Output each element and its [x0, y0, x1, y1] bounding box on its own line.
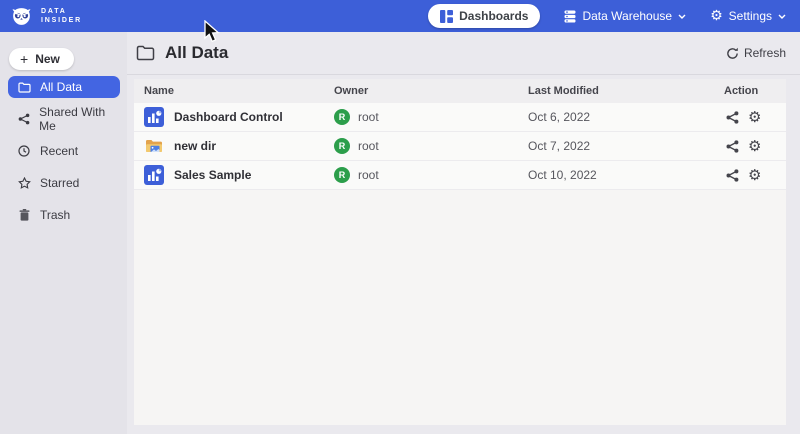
sidebar: + New All Data Shared With Me Recent [0, 32, 127, 434]
file-name[interactable]: new dir [174, 139, 216, 153]
top-navbar: DATA INSIDER Dashboards [0, 0, 800, 32]
star-icon [17, 177, 31, 189]
database-icon [564, 10, 576, 23]
file-name[interactable]: Dashboard Control [174, 110, 283, 124]
refresh-icon [726, 47, 739, 60]
dashboards-button[interactable]: Dashboards [428, 4, 540, 28]
column-header-action: Action [724, 85, 786, 97]
last-modified-date: Oct 6, 2022 [528, 110, 724, 124]
sidebar-item-label: All Data [40, 80, 82, 94]
refresh-button[interactable]: Refresh [726, 46, 786, 60]
data-warehouse-label: Data Warehouse [582, 9, 672, 23]
new-button-label: New [35, 52, 60, 66]
sidebar-item-label: Shared With Me [39, 105, 120, 133]
page-title: All Data [165, 43, 228, 63]
dashboard-grid-icon [440, 10, 453, 23]
sidebar-item-trash[interactable]: Trash [8, 204, 120, 226]
main-area: All Data Refresh Name Owner Last Modifie… [127, 32, 800, 434]
brand-logo: DATA INSIDER [10, 6, 82, 27]
dashboards-label: Dashboards [459, 9, 528, 23]
gear-icon: ⚙ [710, 9, 723, 23]
column-header-name: Name [144, 85, 334, 97]
sidebar-item-label: Starred [40, 176, 79, 190]
sidebar-item-shared-with-me[interactable]: Shared With Me [8, 108, 120, 130]
sidebar-item-starred[interactable]: Starred [8, 172, 120, 194]
new-button[interactable]: + New [9, 48, 74, 70]
chevron-down-icon [678, 14, 686, 19]
brand-name: DATA INSIDER [41, 7, 82, 25]
owner-name: root [358, 139, 379, 153]
main-header: All Data Refresh [127, 32, 800, 75]
owner-name: root [358, 168, 379, 182]
table-row[interactable]: Dashboard Control R root Oct 6, 2022 ⚙ [134, 103, 786, 132]
gear-icon[interactable]: ⚙ [748, 110, 761, 125]
share-icon[interactable] [726, 169, 739, 182]
trash-icon [17, 209, 31, 221]
chevron-down-icon [778, 14, 786, 19]
file-table: Name Owner Last Modified Action Dashboar… [134, 79, 786, 425]
table-row[interactable]: new dir R root Oct 7, 2022 ⚙ [134, 132, 786, 161]
dashboard-file-icon [144, 165, 164, 185]
sidebar-item-label: Trash [40, 208, 70, 222]
settings-label: Settings [729, 9, 772, 23]
sidebar-item-all-data[interactable]: All Data [8, 76, 120, 98]
clock-icon [17, 145, 31, 157]
dashboard-file-icon [144, 107, 164, 127]
owner-avatar: R [334, 167, 350, 183]
folder-icon [136, 45, 155, 61]
owl-logo-icon [10, 6, 33, 27]
share-icon[interactable] [726, 111, 739, 124]
owner-avatar: R [334, 109, 350, 125]
settings-menu[interactable]: ⚙ Settings [710, 9, 786, 23]
share-icon [17, 113, 30, 125]
gear-icon[interactable]: ⚙ [748, 168, 761, 183]
folder-file-icon [144, 136, 164, 156]
folder-icon [17, 82, 31, 93]
gear-icon[interactable]: ⚙ [748, 139, 761, 154]
owner-name: root [358, 110, 379, 124]
column-header-last-modified: Last Modified [528, 85, 724, 97]
plus-icon: + [20, 52, 28, 66]
file-name[interactable]: Sales Sample [174, 168, 251, 182]
column-header-owner: Owner [334, 85, 528, 97]
owner-avatar: R [334, 138, 350, 154]
table-row[interactable]: Sales Sample R root Oct 10, 2022 ⚙ [134, 161, 786, 190]
sidebar-item-recent[interactable]: Recent [8, 140, 120, 162]
table-header: Name Owner Last Modified Action [134, 79, 786, 103]
refresh-label: Refresh [744, 46, 786, 60]
sidebar-item-label: Recent [40, 144, 78, 158]
last-modified-date: Oct 7, 2022 [528, 139, 724, 153]
data-warehouse-menu[interactable]: Data Warehouse [564, 9, 686, 23]
last-modified-date: Oct 10, 2022 [528, 168, 724, 182]
share-icon[interactable] [726, 140, 739, 153]
